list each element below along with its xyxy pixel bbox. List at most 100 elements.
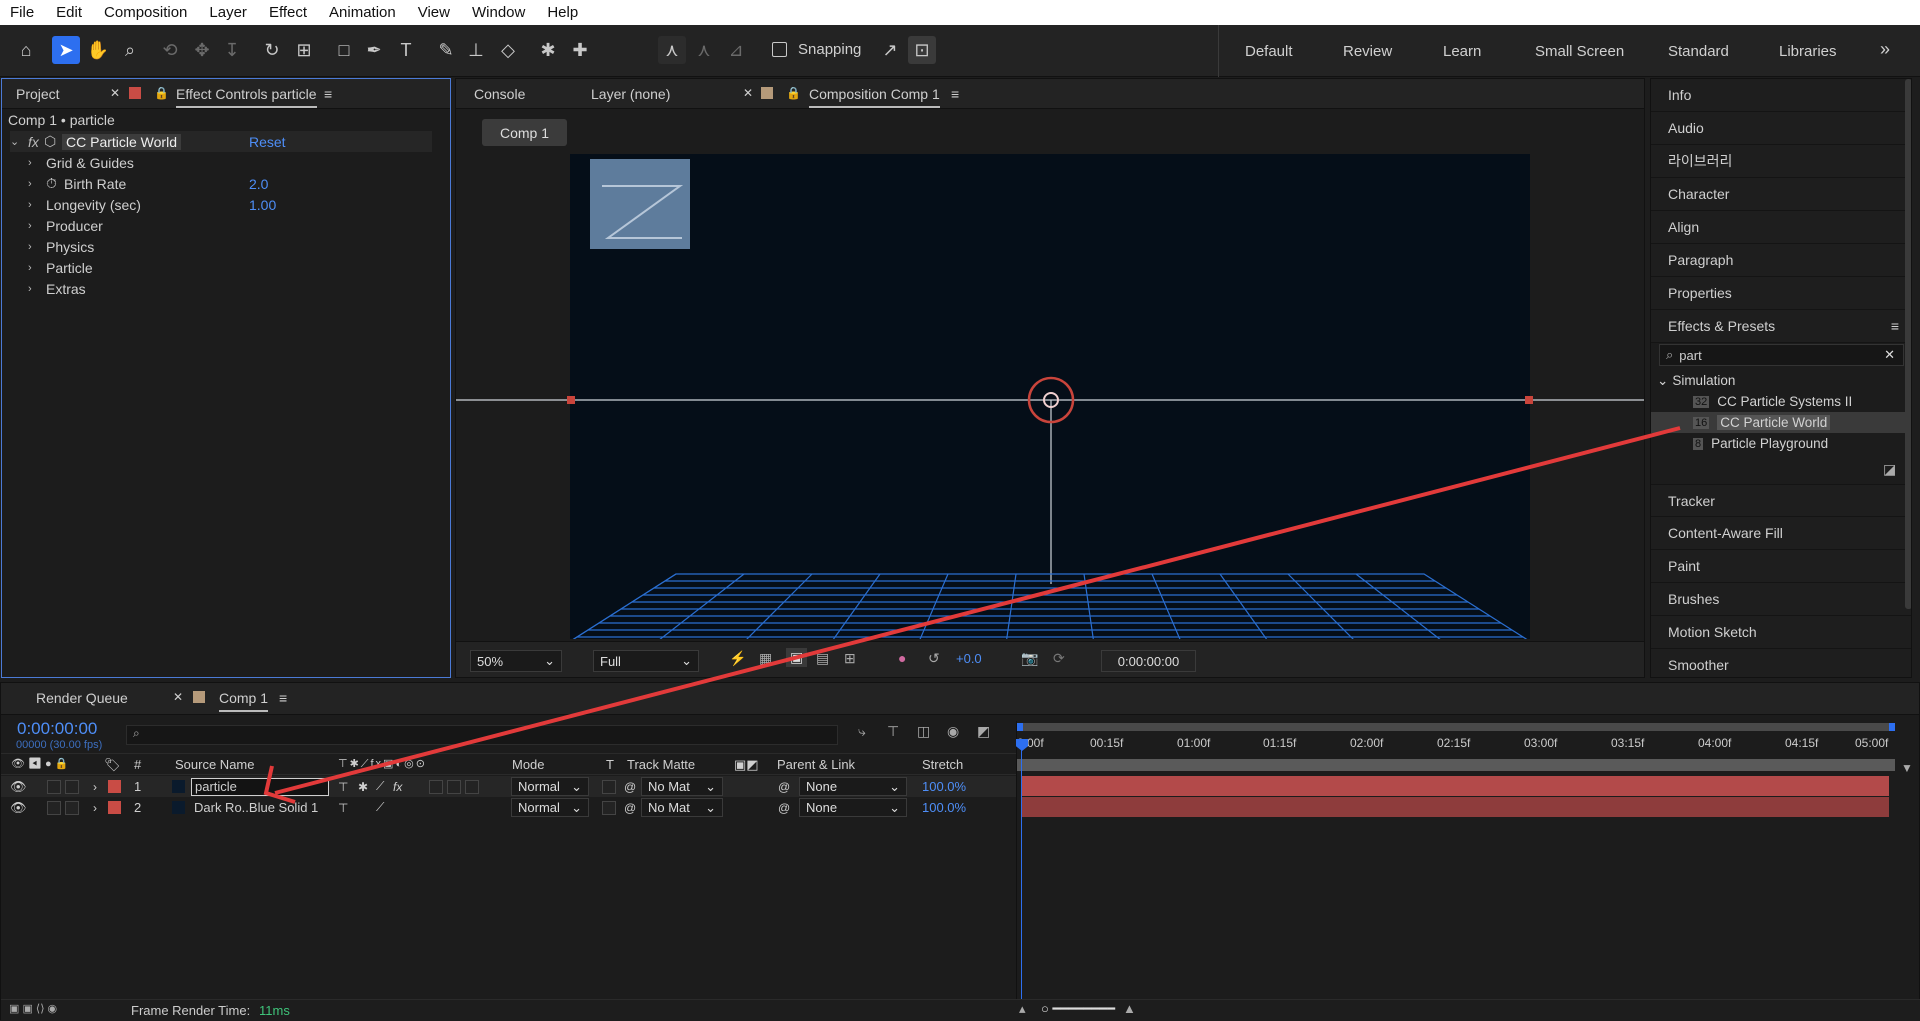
preset-particle-playground[interactable]: 8 Particle Playground — [1651, 433, 1911, 454]
chevron-down-icon[interactable]: ⌄ — [10, 135, 28, 148]
layer-bar-2[interactable] — [1021, 797, 1889, 817]
switch-box[interactable] — [447, 779, 461, 794]
mode-select[interactable]: Normal ⌄ — [511, 798, 589, 817]
panel-info[interactable]: Info — [1651, 79, 1911, 112]
panel-menu-icon[interactable]: ≡ — [324, 86, 332, 102]
track-matte-select[interactable]: No Mat ⌄ — [641, 798, 723, 817]
panel-content-aware-fill[interactable]: Content-Aware Fill — [1651, 517, 1911, 550]
reset-link[interactable]: Reset — [249, 134, 286, 150]
mask-visibility-icon[interactable]: ▣ — [786, 648, 808, 667]
chevron-right-icon[interactable]: › — [93, 801, 97, 815]
prop-physics[interactable]: › Physics — [28, 236, 448, 257]
right-panel-scrollbar[interactable] — [1905, 79, 1911, 609]
layer-name-field[interactable]: particle — [191, 777, 329, 796]
local-axis-icon[interactable]: ⋏ — [658, 36, 686, 64]
tab-comp1-timeline[interactable]: Comp 1 — [219, 690, 269, 712]
timeline-search[interactable]: ⌕ — [126, 725, 838, 745]
panel-motion-sketch[interactable]: Motion Sketch — [1651, 616, 1911, 649]
work-area-region[interactable] — [1017, 759, 1895, 771]
preset-cc-particle-systems[interactable]: 32 CC Particle Systems II — [1651, 391, 1911, 412]
snap-edges-icon[interactable]: ↗ — [876, 36, 904, 64]
lock-toggle[interactable] — [65, 800, 79, 815]
panel-audio[interactable]: Audio — [1651, 112, 1911, 145]
prop-particle[interactable]: › Particle — [28, 257, 448, 278]
new-bin-icon[interactable]: ◪ — [1883, 461, 1896, 478]
menu-window[interactable]: Window — [472, 4, 525, 21]
tab-project[interactable]: Project — [16, 86, 60, 102]
close-tab-icon[interactable]: ✕ — [173, 690, 183, 704]
menu-edit[interactable]: Edit — [56, 4, 82, 21]
menu-help[interactable]: Help — [547, 4, 578, 21]
layer-name[interactable]: Dark Ro..Blue Solid 1 — [194, 800, 318, 815]
layer-row-1[interactable]: 👁 › 1 particle ⊤ ✱ ⟋ fx Normal ⌄ @ No Mat… — [1, 776, 1016, 797]
clone-stamp-icon[interactable]: ⊥ — [462, 36, 490, 64]
eye-icon[interactable]: 👁 — [10, 779, 27, 795]
fast-preview-icon[interactable]: ⚡ — [729, 650, 746, 667]
comp-marker-icon[interactable]: ▼ — [1901, 761, 1913, 775]
time-ruler[interactable]: 0:00f 00:15f 01:00f 01:15f 02:00f 02:15f… — [1017, 731, 1895, 753]
view-axis-icon[interactable]: ⊿ — [722, 36, 750, 64]
exposure-value[interactable]: +0.0 — [956, 651, 982, 666]
panel-brushes[interactable]: Brushes — [1651, 583, 1911, 616]
eraser-tool-icon[interactable]: ◇ — [494, 36, 522, 64]
home-icon[interactable]: ⌂ — [12, 36, 40, 64]
footer-toggle-icons[interactable]: ▣ ▣ ⟨⟩ ◉ — [9, 1002, 57, 1015]
snap-features-icon[interactable]: ⊡ — [908, 36, 936, 64]
lock-icon[interactable]: 🔒 — [786, 86, 801, 100]
zoom-in-icon[interactable]: ▲ — [1123, 1001, 1136, 1016]
shy-switch-icon[interactable]: ⊤ — [338, 801, 348, 815]
show-snapshot-icon[interactable]: ⟳ — [1053, 650, 1065, 667]
region-interest-icon[interactable]: ▤ — [816, 650, 829, 667]
menu-effect[interactable]: Effect — [269, 4, 307, 21]
workspace-default[interactable]: Default — [1245, 43, 1293, 60]
shy-switch-icon[interactable]: ⊤ — [338, 780, 348, 794]
close-tab-icon[interactable]: ✕ — [110, 86, 120, 100]
work-area-start[interactable] — [1017, 723, 1023, 731]
zoom-slider-icon[interactable]: ○ ━━━━━━━━ — [1041, 1001, 1115, 1017]
tab-console[interactable]: Console — [474, 86, 525, 102]
work-area-end[interactable] — [1889, 723, 1895, 731]
effects-search[interactable]: ⌕ part ✕ — [1659, 344, 1904, 366]
pickwhip-icon[interactable]: @ — [778, 780, 790, 794]
panel-menu-icon[interactable]: ≡ — [951, 86, 959, 102]
roto-brush-icon[interactable]: ✱ — [534, 36, 562, 64]
shy-layers-icon[interactable]: ◫ — [917, 723, 930, 740]
tab-layer[interactable]: Layer (none) — [591, 86, 670, 102]
chevron-right-icon[interactable]: › — [28, 283, 46, 295]
eye-icon[interactable]: 👁 — [10, 800, 27, 816]
resolution-select[interactable]: Full ⌄ — [593, 650, 699, 672]
panel-smoother[interactable]: Smoother — [1651, 649, 1911, 677]
panel-properties[interactable]: Properties — [1651, 277, 1911, 310]
brush-tool-icon[interactable]: ✎ — [432, 36, 460, 64]
menu-layer[interactable]: Layer — [209, 4, 247, 21]
comp-breadcrumb-button[interactable]: Comp 1 — [482, 119, 567, 146]
workspace-more-icon[interactable]: » — [1880, 39, 1890, 60]
lock-toggle[interactable] — [65, 779, 79, 794]
menu-composition[interactable]: Composition — [104, 4, 187, 21]
clear-search-icon[interactable]: ✕ — [1884, 347, 1895, 363]
comp-canvas[interactable] — [456, 154, 1644, 639]
chevron-right-icon[interactable]: › — [28, 262, 46, 274]
col-source-name[interactable]: Source Name — [175, 757, 254, 772]
tab-effect-controls[interactable]: Effect Controls particle — [176, 86, 317, 108]
prop-grid-guides[interactable]: › Grid & Guides — [28, 152, 448, 173]
matte-link-icon[interactable]: @ — [624, 801, 636, 815]
type-tool-icon[interactable]: T — [392, 36, 420, 64]
panel-menu-icon[interactable]: ≡ — [279, 690, 287, 706]
orbit-camera-icon[interactable]: ⟲ — [156, 36, 184, 64]
workspace-libraries[interactable]: Libraries — [1779, 43, 1837, 60]
pen-tool-icon[interactable]: ✒ — [360, 36, 388, 64]
fx-icon[interactable]: fx — [28, 134, 44, 150]
frame-blending-icon[interactable]: ◉ — [947, 723, 959, 740]
menu-animation[interactable]: Animation — [329, 4, 396, 21]
track-matte-select[interactable]: No Mat ⌄ — [641, 777, 723, 796]
parent-select[interactable]: None ⌄ — [799, 777, 907, 796]
rotate-tool-icon[interactable]: ↻ — [258, 36, 286, 64]
draft-3d-icon[interactable]: ⊤ — [887, 723, 899, 740]
tab-render-queue[interactable]: Render Queue — [36, 690, 128, 706]
solo-toggle[interactable] — [47, 779, 61, 794]
switch-box[interactable] — [429, 779, 443, 794]
mode-select[interactable]: Normal ⌄ — [511, 777, 589, 796]
layer-label-color[interactable] — [108, 801, 121, 814]
stretch-value[interactable]: 100.0% — [922, 800, 966, 815]
